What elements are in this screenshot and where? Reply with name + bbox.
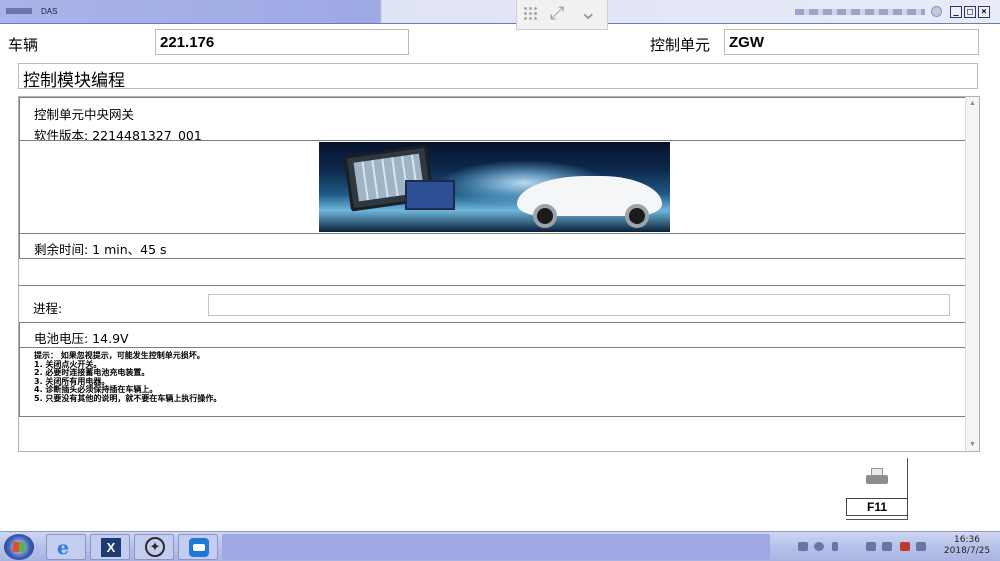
diagnostic-device-graphic <box>405 180 455 210</box>
taskbar: e X ✦ 16:36 2018/7/25 <box>0 531 1000 561</box>
note-line: 提示： 如果忽视提示，可能发生控制单元损坏。 <box>34 351 205 360</box>
f11-print-button[interactable]: F11 <box>846 458 908 520</box>
notes-list: 提示： 如果忽视提示，可能发生控制单元损坏。 1. 关闭点火开关。 2. 必要时连接… <box>20 348 966 404</box>
title-bar: DAS _ □ × <box>0 0 1000 24</box>
close-button[interactable]: × <box>978 6 990 18</box>
note-line: 2. 必要时连接蓄电池充电装置。 <box>34 368 150 378</box>
taskbar-teamviewer[interactable] <box>178 534 218 560</box>
taskbar-das[interactable]: ✦ <box>134 534 174 560</box>
notes-box: 提示： 如果忽视提示，可能发生控制单元损坏。 1. 关闭点火开关。 2. 必要时连接… <box>19 347 967 417</box>
volume-icon[interactable] <box>882 542 892 551</box>
start-button[interactable] <box>4 534 34 560</box>
vertical-scrollbar[interactable]: ▲ ▼ <box>965 97 979 451</box>
app-icon <box>6 8 32 14</box>
help-tray-icon[interactable] <box>814 542 824 551</box>
module-info-box: 控制单元中央网关 软件版本: 2214481327_001 <box>19 97 967 143</box>
vehicle-label: 车辆 <box>8 36 39 54</box>
signal-icon[interactable] <box>916 542 926 551</box>
xentry-icon: X <box>101 538 121 557</box>
image-box <box>19 140 967 234</box>
minimize-button[interactable]: _ <box>950 6 962 18</box>
ecu-field: ZGW <box>724 29 979 55</box>
window-title: DAS <box>41 7 58 16</box>
grid-menu-icon[interactable] <box>523 6 539 22</box>
taskbar-active-window[interactable] <box>222 534 770 560</box>
remaining-time-box: 剩余时间: 1 min、45 s <box>19 233 967 259</box>
module-name: 控制单元中央网关 <box>34 107 135 122</box>
chevron-down-icon[interactable]: ⌄ <box>579 0 597 24</box>
mercedes-star-icon: ✦ <box>145 537 165 557</box>
remaining-time: 剩余时间: 1 min、45 s <box>34 242 167 257</box>
title-blurred-text <box>795 9 925 15</box>
progress-bar <box>208 294 950 316</box>
progress-row: 进程: <box>19 285 967 323</box>
banner-image <box>319 142 670 232</box>
clock-date: 2018/7/25 <box>943 546 991 556</box>
maximize-button[interactable]: □ <box>964 6 976 18</box>
display-icon[interactable] <box>866 542 876 551</box>
clock-time: 16:36 <box>954 535 980 545</box>
network-warning-icon[interactable] <box>900 542 910 551</box>
taskbar-ie[interactable]: e <box>46 534 86 560</box>
battery-box: 电池电压: 14.9V <box>19 322 967 348</box>
scroll-up-icon[interactable]: ▲ <box>969 100 976 107</box>
teamviewer-icon <box>189 538 209 557</box>
remote-toolbar: ⤢ ⌄ <box>516 0 608 30</box>
page-title: 控制模块编程 <box>18 63 978 91</box>
ie-icon: e <box>57 537 70 559</box>
note-line: 3. 关闭所有用电器。 <box>34 376 110 386</box>
clock[interactable]: 16:36 2018/7/25 <box>936 535 998 557</box>
note-line: 5. 只要没有其他的说明，就不要在车辆上执行操作。 <box>34 393 222 403</box>
keyboard-icon[interactable] <box>798 542 808 551</box>
taskbar-xentry[interactable]: X <box>90 534 130 560</box>
help-icon[interactable] <box>931 6 942 17</box>
flag-icon[interactable] <box>832 542 838 551</box>
note-line: 1. 关闭点火开关。 <box>34 359 102 369</box>
ecu-label: 控制单元 <box>650 36 711 54</box>
printer-icon <box>866 468 888 486</box>
vehicle-field: 221.176 <box>155 29 409 55</box>
battery-voltage: 电池电压: 14.9V <box>34 331 129 346</box>
spacer-row <box>19 258 967 286</box>
f11-key-label: F11 <box>846 498 908 516</box>
programming-panel: 控制单元中央网关 软件版本: 2214481327_001 剩余时间: 1 mi… <box>18 96 980 452</box>
fullscreen-icon[interactable]: ⤢ <box>550 4 564 22</box>
scroll-down-icon[interactable]: ▼ <box>969 441 976 448</box>
